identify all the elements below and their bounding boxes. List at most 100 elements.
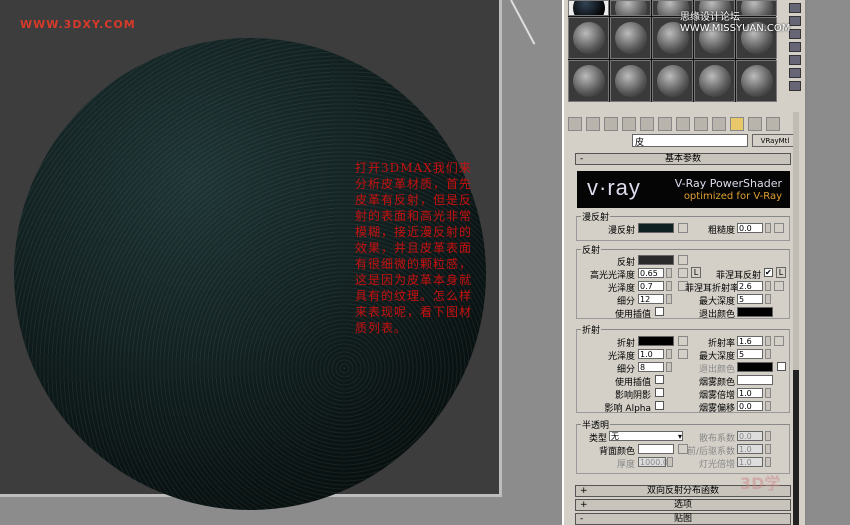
fwd-bck-field[interactable]: 1.0 xyxy=(737,444,763,454)
hilight-lock-button[interactable]: L xyxy=(691,267,701,278)
group-title: 漫反射 xyxy=(581,210,611,223)
make-unique-icon[interactable] xyxy=(658,117,672,131)
go-parent-icon[interactable] xyxy=(748,117,762,131)
material-name-field[interactable]: 皮 xyxy=(632,134,748,148)
refr-subdivs-label: 细分 xyxy=(616,365,635,375)
material-slot[interactable] xyxy=(610,0,651,16)
hilight-gloss-spinner[interactable] xyxy=(666,268,672,278)
fresnel-ior-spinner[interactable] xyxy=(765,281,771,291)
refract-color-swatch[interactable] xyxy=(638,336,674,346)
fog-bias-spinner[interactable] xyxy=(765,401,771,411)
go-sibling-icon[interactable] xyxy=(766,117,780,131)
fresnel-checkbox[interactable]: ✔ xyxy=(764,268,773,277)
scrollbar-thumb[interactable] xyxy=(793,370,799,525)
roughness-map-button[interactable] xyxy=(774,223,784,233)
max-depth-spinner[interactable] xyxy=(765,294,771,304)
translucency-type-select[interactable]: 无 ▾ xyxy=(609,431,683,441)
gloss-field[interactable]: 0.7 xyxy=(638,281,664,291)
refr-exit-swatch[interactable] xyxy=(737,362,773,372)
light-mult-spinner[interactable] xyxy=(765,457,771,467)
site-logo: WWW.3DXY.COM xyxy=(20,18,136,31)
guide-line xyxy=(510,0,536,45)
fog-mult-spinner[interactable] xyxy=(765,388,771,398)
roughness-field[interactable]: 0.0 xyxy=(737,223,763,233)
exit-color-swatch[interactable] xyxy=(737,307,773,317)
scatter-spinner[interactable] xyxy=(765,431,771,441)
hilight-gloss-field[interactable]: 0.65 xyxy=(638,268,664,278)
reflect-label: 反射 xyxy=(616,258,635,268)
rollout-basic[interactable]: - 基本参数 xyxy=(575,153,791,165)
fog-color-swatch[interactable] xyxy=(737,375,773,385)
assign-material-icon[interactable] xyxy=(604,117,618,131)
delete-icon[interactable] xyxy=(622,117,636,131)
scatter-label: 散布系数 xyxy=(698,434,735,444)
refr-subdivs-spinner[interactable] xyxy=(666,362,672,372)
effect-channel-icon[interactable] xyxy=(694,117,708,131)
rollout-options[interactable]: + 选项 xyxy=(575,499,791,511)
material-slot[interactable] xyxy=(610,60,651,102)
reflect-color-swatch[interactable] xyxy=(638,255,674,265)
video-color-icon[interactable] xyxy=(789,55,801,65)
material-slot[interactable] xyxy=(568,17,609,59)
put-library-icon[interactable] xyxy=(676,117,690,131)
get-material-icon[interactable] xyxy=(568,117,582,131)
ior-field[interactable]: 1.6 xyxy=(737,336,763,346)
watermark: 思缘设计论坛 WWW.MISSYUAN.COM xyxy=(680,12,791,34)
fog-mult-label: 烟雾倍增 xyxy=(698,391,735,401)
max-depth-field[interactable]: 5 xyxy=(737,294,763,304)
thickness-field[interactable]: 1000.0 xyxy=(638,457,668,467)
fresnel-ior-map-button[interactable] xyxy=(774,281,784,291)
ior-label: 折射率 xyxy=(707,339,735,349)
diffuse-color-swatch[interactable] xyxy=(638,223,674,233)
refract-map-button[interactable] xyxy=(678,336,688,346)
back-color-swatch[interactable] xyxy=(638,444,674,454)
affect-alpha-checkbox[interactable] xyxy=(655,401,664,410)
subdivs-field[interactable]: 12 xyxy=(638,294,664,304)
make-copy-icon[interactable] xyxy=(640,117,654,131)
material-slot[interactable] xyxy=(652,60,693,102)
group-title: 折射 xyxy=(581,323,602,336)
refr-interp-checkbox[interactable] xyxy=(655,375,664,384)
diffuse-map-button[interactable] xyxy=(678,223,688,233)
roughness-spinner[interactable] xyxy=(765,223,771,233)
material-slot[interactable] xyxy=(736,60,777,102)
gloss-spinner[interactable] xyxy=(666,281,672,291)
material-slot[interactable] xyxy=(568,0,609,16)
thickness-spinner[interactable] xyxy=(667,457,673,467)
show-map-icon[interactable] xyxy=(712,117,726,131)
uv-tiling-icon[interactable] xyxy=(789,42,801,52)
affect-shadows-checkbox[interactable] xyxy=(655,388,664,397)
fog-bias-field[interactable]: 0.0 xyxy=(737,401,763,411)
material-slot[interactable] xyxy=(694,60,735,102)
reflect-map-button[interactable] xyxy=(678,255,688,265)
refr-depth-field[interactable]: 5 xyxy=(737,349,763,359)
fog-mult-field[interactable]: 1.0 xyxy=(737,388,763,398)
refr-gloss-field[interactable]: 1.0 xyxy=(638,349,664,359)
refr-exit-checkbox[interactable] xyxy=(777,362,786,371)
use-interp-label: 使用插值 xyxy=(614,310,651,320)
refr-depth-spinner[interactable] xyxy=(765,349,771,359)
show-end-result-icon[interactable] xyxy=(730,117,744,131)
fresnel-ior-field[interactable]: 2.6 xyxy=(737,281,763,291)
material-slot[interactable] xyxy=(610,17,651,59)
fresnel-lock-button[interactable]: L xyxy=(776,267,786,278)
options-icon[interactable] xyxy=(789,81,801,91)
fwd-bck-spinner[interactable] xyxy=(765,444,771,454)
scatter-field[interactable]: 0.0 xyxy=(737,431,763,441)
subdivs-spinner[interactable] xyxy=(666,294,672,304)
preview-icon[interactable] xyxy=(789,68,801,78)
thickness-label: 厚度 xyxy=(616,460,635,470)
sample-sphere xyxy=(656,65,689,97)
refr-subdivs-field[interactable]: 8 xyxy=(638,362,664,372)
refr-gloss-spinner[interactable] xyxy=(666,349,672,359)
material-type-button[interactable]: VRayMtl xyxy=(752,134,798,147)
rollout-maps[interactable]: - 贴图 xyxy=(575,513,791,525)
refr-gloss-map-button[interactable] xyxy=(678,349,688,359)
material-slot[interactable] xyxy=(568,60,609,102)
ior-spinner[interactable] xyxy=(765,336,771,346)
put-to-scene-icon[interactable] xyxy=(586,117,600,131)
hilight-gloss-map-button[interactable] xyxy=(678,268,688,278)
use-interp-checkbox[interactable] xyxy=(655,307,664,316)
light-mult-field[interactable]: 1.0 xyxy=(737,457,763,467)
ior-map-button[interactable] xyxy=(774,336,784,346)
